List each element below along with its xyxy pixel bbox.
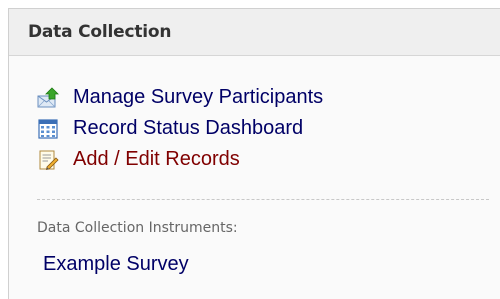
envelope-upload-icon (37, 86, 59, 109)
section-divider (37, 199, 489, 200)
manage-survey-participants-link[interactable]: Manage Survey Participants (37, 82, 500, 113)
add-edit-records-link[interactable]: Add / Edit Records (37, 144, 500, 175)
panel-header: Data Collection (9, 9, 500, 56)
link-label[interactable]: Manage Survey Participants (73, 86, 323, 109)
link-label[interactable]: Add / Edit Records (73, 148, 240, 171)
data-collection-panel: Data Collection Manage Survey Participan… (8, 8, 500, 299)
link-label[interactable]: Record Status Dashboard (73, 117, 303, 140)
record-status-dashboard-link[interactable]: Record Status Dashboard (37, 113, 500, 144)
panel-body: Manage Survey Participants Record Status… (9, 82, 500, 276)
table-grid-icon (37, 118, 59, 140)
panel-title: Data Collection (28, 22, 172, 42)
document-pencil-icon (37, 149, 59, 171)
instrument-link-example-survey[interactable]: Example Survey (43, 253, 189, 276)
instruments-heading: Data Collection Instruments: (37, 220, 238, 236)
